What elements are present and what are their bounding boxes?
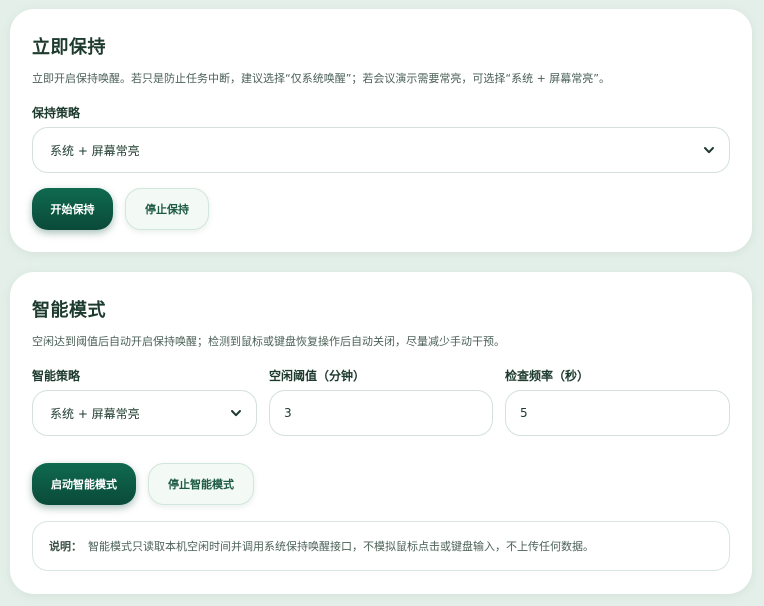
idle-threshold-input[interactable]: 3 [269,390,493,436]
check-frequency-label: 检查频率（秒） [505,369,590,383]
smart-mode-title: 智能模式 [32,300,106,321]
smart-mode-card: 智能模式 空闲达到阈值后自动开启保持唤醒；检测到鼠标或键盘恢复操作后自动关闭，尽… [10,272,752,594]
check-frequency-input[interactable]: 5 [505,390,730,436]
stop-smart-mode-button[interactable]: 停止智能模式 [148,463,254,505]
smart-mode-description: 空闲达到阈值后自动开启保持唤醒；检测到鼠标或键盘恢复操作后自动关闭，尽量减少手动… [32,335,505,348]
keep-strategy-select[interactable]: 系统 + 屏幕常亮 [32,127,730,173]
smart-strategy-value: 系统 + 屏幕常亮 [50,406,140,421]
note-label: 说明： [49,540,82,553]
start-smart-mode-button[interactable]: 启动智能模式 [32,463,136,505]
chevron-down-icon [703,144,715,156]
keep-strategy-label: 保持策略 [32,106,81,120]
smart-mode-note: 说明： 智能模式只读取本机空闲时间并调用系统保持唤醒接口，不模拟鼠标点击或键盘输… [32,521,730,571]
keep-strategy-value: 系统 + 屏幕常亮 [50,143,140,158]
note-text: 智能模式只读取本机空闲时间并调用系统保持唤醒接口，不模拟鼠标点击或键盘输入，不上… [88,540,594,553]
chevron-down-icon [230,407,242,419]
keep-now-description: 立即开启保持唤醒。若只是防止任务中断，建议选择“仅系统唤醒”；若会议演示需要常亮… [32,72,611,85]
idle-threshold-label: 空闲阈值（分钟） [269,369,366,383]
start-keep-button[interactable]: 开始保持 [32,188,113,230]
stop-keep-button[interactable]: 停止保持 [125,188,209,230]
smart-strategy-select[interactable]: 系统 + 屏幕常亮 [32,390,257,436]
keep-now-title: 立即保持 [32,37,106,58]
smart-strategy-label: 智能策略 [32,369,81,383]
keep-now-card: 立即保持 立即开启保持唤醒。若只是防止任务中断，建议选择“仅系统唤醒”；若会议演… [10,9,752,252]
